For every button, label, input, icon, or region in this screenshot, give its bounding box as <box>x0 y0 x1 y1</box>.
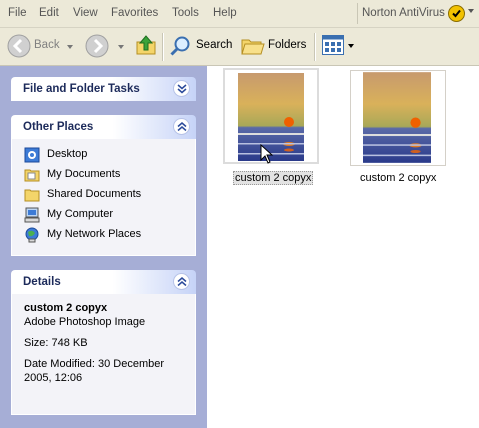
details-file-size: Size: 748 KB <box>24 337 88 349</box>
menu-bar: File Edit View Favorites Tools Help Nort… <box>0 0 479 28</box>
panel-title: Details <box>23 276 61 288</box>
details-file-name: custom 2 copyx <box>24 302 108 314</box>
desktop-icon <box>24 147 40 163</box>
place-label: Desktop <box>47 148 88 160</box>
back-dropdown-icon[interactable] <box>67 45 73 49</box>
place-label: My Documents <box>47 168 121 180</box>
panel-body: Desktop My Documents Shared Documents My… <box>11 139 196 256</box>
place-my-network-places[interactable]: My Network Places <box>12 225 195 245</box>
folders-icon <box>241 39 265 55</box>
norton-antivirus-label[interactable]: Norton AntiVirus <box>362 7 445 19</box>
place-label: Shared Documents <box>47 188 142 200</box>
collapse-chevron-icon[interactable] <box>173 273 190 290</box>
details-body: custom 2 copyx Adobe Photoshop Image Siz… <box>11 294 196 415</box>
file-folder-tasks-panel: File and Folder Tasks <box>11 77 196 101</box>
toolbar: Back Search Folders <box>0 28 479 66</box>
back-button[interactable]: Back <box>5 32 75 60</box>
menu-favorites[interactable]: Favorites <box>111 7 158 19</box>
folders-label: Folders <box>268 39 307 51</box>
norton-shield-icon[interactable] <box>448 5 465 22</box>
forward-arrow-icon[interactable] <box>85 34 109 58</box>
panel-header[interactable]: Other Places <box>11 115 196 139</box>
menu-file[interactable]: File <box>8 7 27 19</box>
my-documents-icon <box>24 169 40 182</box>
views-icon[interactable] <box>322 35 344 55</box>
menu-help[interactable]: Help <box>213 7 237 19</box>
toolbar-separator <box>314 33 316 61</box>
panel-title: Other Places <box>23 121 94 133</box>
image-thumbnail <box>363 72 431 163</box>
back-arrow-icon <box>7 34 31 58</box>
place-label: My Network Places <box>47 228 142 240</box>
file-view-area: custom 2 copyx custom 2 copyx <box>207 66 479 428</box>
collapse-chevron-icon[interactable] <box>173 118 190 135</box>
menu-separator <box>357 3 358 24</box>
search-icon <box>170 36 190 56</box>
panel-header[interactable]: Details <box>11 270 196 294</box>
norton-dropdown-icon[interactable] <box>468 9 474 13</box>
toolbar-separator <box>162 33 164 61</box>
place-label: My Computer <box>47 208 114 220</box>
file-thumbnail[interactable] <box>350 70 446 166</box>
place-desktop[interactable]: Desktop <box>12 145 195 165</box>
panel-header[interactable]: File and Folder Tasks <box>11 77 196 101</box>
menu-view[interactable]: View <box>73 7 98 19</box>
details-file-type: Adobe Photoshop Image <box>24 316 146 328</box>
place-shared-documents[interactable]: Shared Documents <box>12 185 195 205</box>
search-label: Search <box>196 39 233 51</box>
details-panel: Details custom 2 copyx Adobe Photoshop I… <box>11 270 196 415</box>
expand-chevron-icon[interactable] <box>173 80 190 97</box>
my-computer-icon <box>24 207 40 223</box>
panel-title: File and Folder Tasks <box>23 83 140 95</box>
mouse-cursor-icon <box>260 144 274 164</box>
other-places-panel: Other Places Desktop My Documents Shared… <box>11 115 196 256</box>
up-folder-icon[interactable] <box>134 33 158 57</box>
place-my-computer[interactable]: My Computer <box>12 205 195 225</box>
search-button[interactable]: Search <box>167 32 233 60</box>
views-dropdown-icon[interactable] <box>348 44 354 48</box>
file-name-label[interactable]: custom 2 copyx <box>360 172 436 184</box>
place-my-documents[interactable]: My Documents <box>12 165 195 185</box>
folders-button[interactable]: Folders <box>240 32 310 60</box>
task-pane: File and Folder Tasks Other Places Deskt… <box>0 66 207 428</box>
file-thumbnail[interactable] <box>223 68 319 164</box>
back-label: Back <box>34 39 60 51</box>
menu-tools[interactable]: Tools <box>172 7 199 19</box>
network-places-icon <box>25 227 39 243</box>
file-name-label[interactable]: custom 2 copyx <box>233 171 314 185</box>
menu-edit[interactable]: Edit <box>39 7 59 19</box>
forward-dropdown-icon[interactable] <box>118 45 124 49</box>
shared-folder-icon <box>24 189 40 202</box>
details-date-modified: Date Modified: 30 December 2005, 12:06 <box>24 358 165 384</box>
